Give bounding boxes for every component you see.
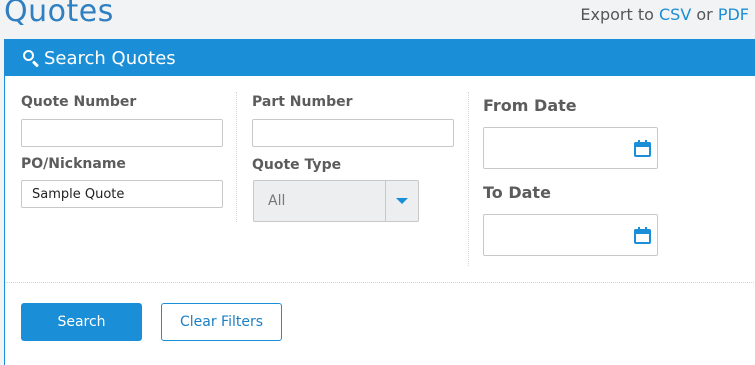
column-divider <box>236 92 237 222</box>
to-date-input[interactable] <box>483 214 658 256</box>
search-panel: Search Quotes Quote Number PO/Nickname S… <box>4 39 755 365</box>
quote-number-input[interactable] <box>21 119 223 147</box>
export-links: Export to CSV or PDF <box>580 5 749 24</box>
to-date-label: To Date <box>483 183 551 202</box>
export-pdf-link[interactable]: PDF <box>718 5 749 24</box>
column-divider <box>468 92 469 266</box>
po-nickname-label: PO/Nickname <box>21 156 126 172</box>
page-title: Quotes <box>4 0 114 29</box>
calendar-icon[interactable] <box>634 227 651 244</box>
search-panel-header: Search Quotes <box>5 40 755 76</box>
quote-number-label: Quote Number <box>21 94 137 110</box>
from-date-label: From Date <box>483 96 577 115</box>
export-or: or <box>696 5 713 24</box>
search-icon <box>22 49 40 68</box>
part-number-label: Part Number <box>252 94 353 110</box>
export-csv-link[interactable]: CSV <box>659 5 691 24</box>
chevron-down-icon <box>396 198 408 204</box>
search-button[interactable]: Search <box>21 303 142 341</box>
quote-type-label: Quote Type <box>252 157 342 173</box>
search-panel-title: Search Quotes <box>44 47 176 69</box>
calendar-icon[interactable] <box>634 140 651 157</box>
part-number-input[interactable] <box>252 119 454 147</box>
from-date-input[interactable] <box>483 127 658 169</box>
export-prefix: Export to <box>580 5 654 24</box>
clear-filters-button[interactable]: Clear Filters <box>161 303 282 341</box>
quote-type-value: All <box>268 193 286 209</box>
po-nickname-input[interactable]: Sample Quote <box>21 180 223 208</box>
actions-divider <box>5 282 755 283</box>
quote-type-select[interactable]: All <box>253 180 419 222</box>
quote-type-dropdown-toggle[interactable] <box>385 181 418 221</box>
